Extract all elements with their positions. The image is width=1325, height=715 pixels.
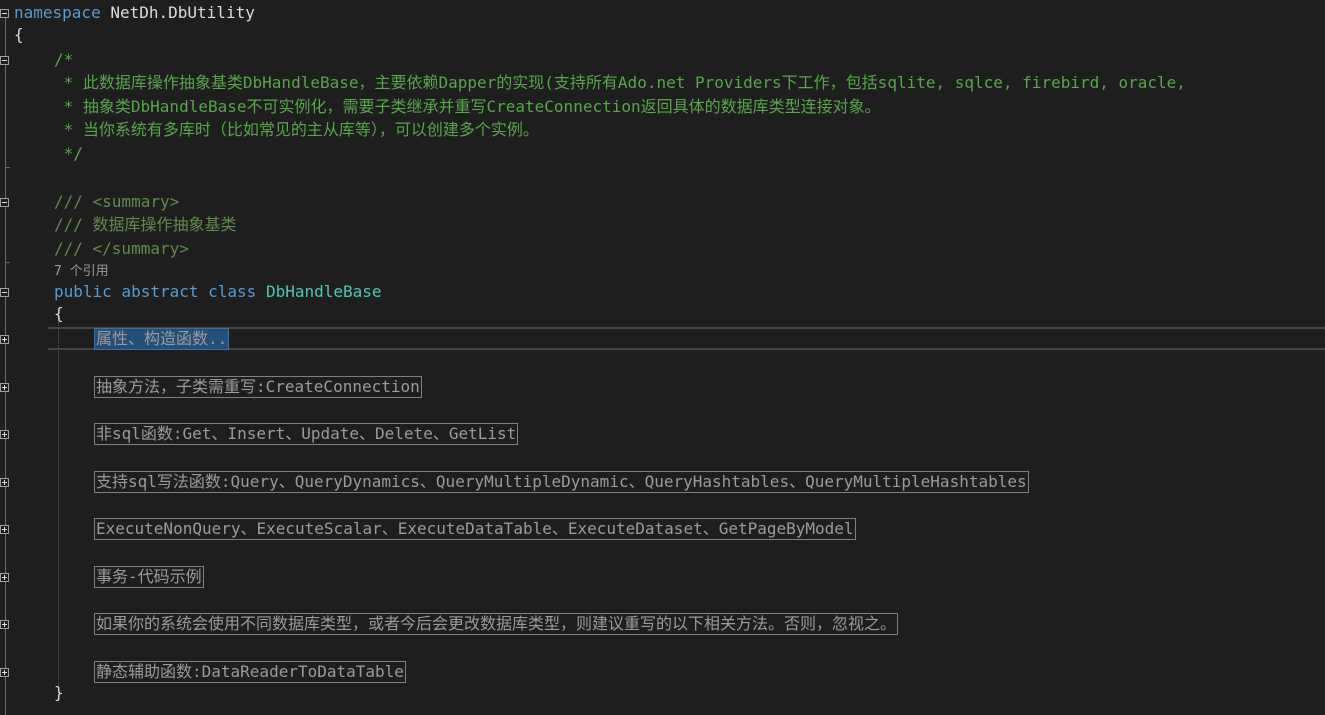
expand-region-icon[interactable] xyxy=(0,525,9,534)
outline-end-tick xyxy=(5,167,10,168)
expand-region-icon[interactable] xyxy=(0,668,9,677)
class-keyword: class xyxy=(208,282,257,301)
outline-end-tick xyxy=(5,262,10,263)
doc-summary-close-tag: </summary> xyxy=(92,239,189,258)
collapsed-region-db-type-override[interactable]: 如果你的系统会使用不同数据库类型，或者今后会更改数据库类型，则建议重写的以下相关… xyxy=(94,613,899,635)
doc-summary-text: /// 数据库操作抽象基类 xyxy=(54,215,237,234)
expand-region-icon[interactable] xyxy=(0,573,9,582)
comment-line: */ xyxy=(54,144,83,163)
class-open-brace: { xyxy=(54,304,64,323)
class-name: DbHandleBase xyxy=(265,282,382,301)
collapsed-region-transaction-example[interactable]: 事务-代码示例 xyxy=(94,566,204,588)
collapse-class-icon[interactable] xyxy=(0,288,9,297)
namespace-open-brace: { xyxy=(14,25,24,44)
doc-summary-close: /// </summary> xyxy=(54,238,189,260)
abstract-keyword: abstract xyxy=(121,282,199,301)
outlining-rail xyxy=(5,18,6,715)
current-line-highlight xyxy=(48,327,1325,350)
collapsed-region-abstract-methods[interactable]: 抽象方法，子类需重写:CreateConnection xyxy=(94,376,422,398)
collapsed-region-non-sql-functions[interactable]: 非sql函数:Get、Insert、Update、Delete、GetList xyxy=(94,423,519,445)
expand-region-icon[interactable] xyxy=(0,620,9,629)
codelens-references-link[interactable]: 7 个引用 xyxy=(54,261,109,283)
collapsed-region-sql-query-functions[interactable]: 支持sql写法函数:Query、QueryDynamics、QueryMulti… xyxy=(94,471,1029,493)
doc-summary-open: /// <summary> xyxy=(54,191,179,213)
code-editor[interactable]: namespace NetDh.DbUtility { /* * 此数据库操作抽… xyxy=(0,0,1325,715)
doc-prefix: /// xyxy=(54,192,93,211)
collapse-namespace-icon[interactable] xyxy=(0,9,9,18)
collapsed-region-static-helpers[interactable]: 静态辅助函数:DataReaderToDataTable xyxy=(94,661,406,683)
indent-guide xyxy=(58,322,59,688)
expand-region-icon[interactable] xyxy=(0,383,9,392)
comment-line: * 抽象类DbHandleBase不可实例化，需要子类继承并重写CreateCo… xyxy=(54,97,881,116)
class-declaration: public abstract class DbHandleBase xyxy=(54,281,382,303)
comment-line: * 当你系统有多库时（比如常见的主从库等），可以创建多个实例。 xyxy=(54,120,539,139)
doc-prefix: /// xyxy=(54,239,93,258)
comment-line: /* xyxy=(54,50,74,69)
public-keyword: public xyxy=(54,282,112,301)
namespace-declaration: namespace NetDh.DbUtility xyxy=(14,2,255,24)
namespace-keyword: namespace xyxy=(14,3,101,22)
class-close-brace: } xyxy=(54,683,64,702)
namespace-name: NetDh.DbUtility xyxy=(110,3,255,22)
collapse-comment-icon[interactable] xyxy=(0,56,9,65)
collapsed-region-execute-functions[interactable]: ExecuteNonQuery、ExecuteScalar、ExecuteDat… xyxy=(94,518,856,540)
expand-region-icon[interactable] xyxy=(0,430,9,439)
collapse-summary-icon[interactable] xyxy=(0,198,9,207)
comment-line: * 此数据库操作抽象基类DbHandleBase，主要依赖Dapper的实现(支… xyxy=(54,73,1186,92)
doc-summary-tag: <summary> xyxy=(92,192,180,211)
expand-region-icon[interactable] xyxy=(0,335,9,344)
expand-region-icon[interactable] xyxy=(0,478,9,487)
collapsed-region-properties[interactable]: 属性、构造函数.. xyxy=(94,328,230,350)
